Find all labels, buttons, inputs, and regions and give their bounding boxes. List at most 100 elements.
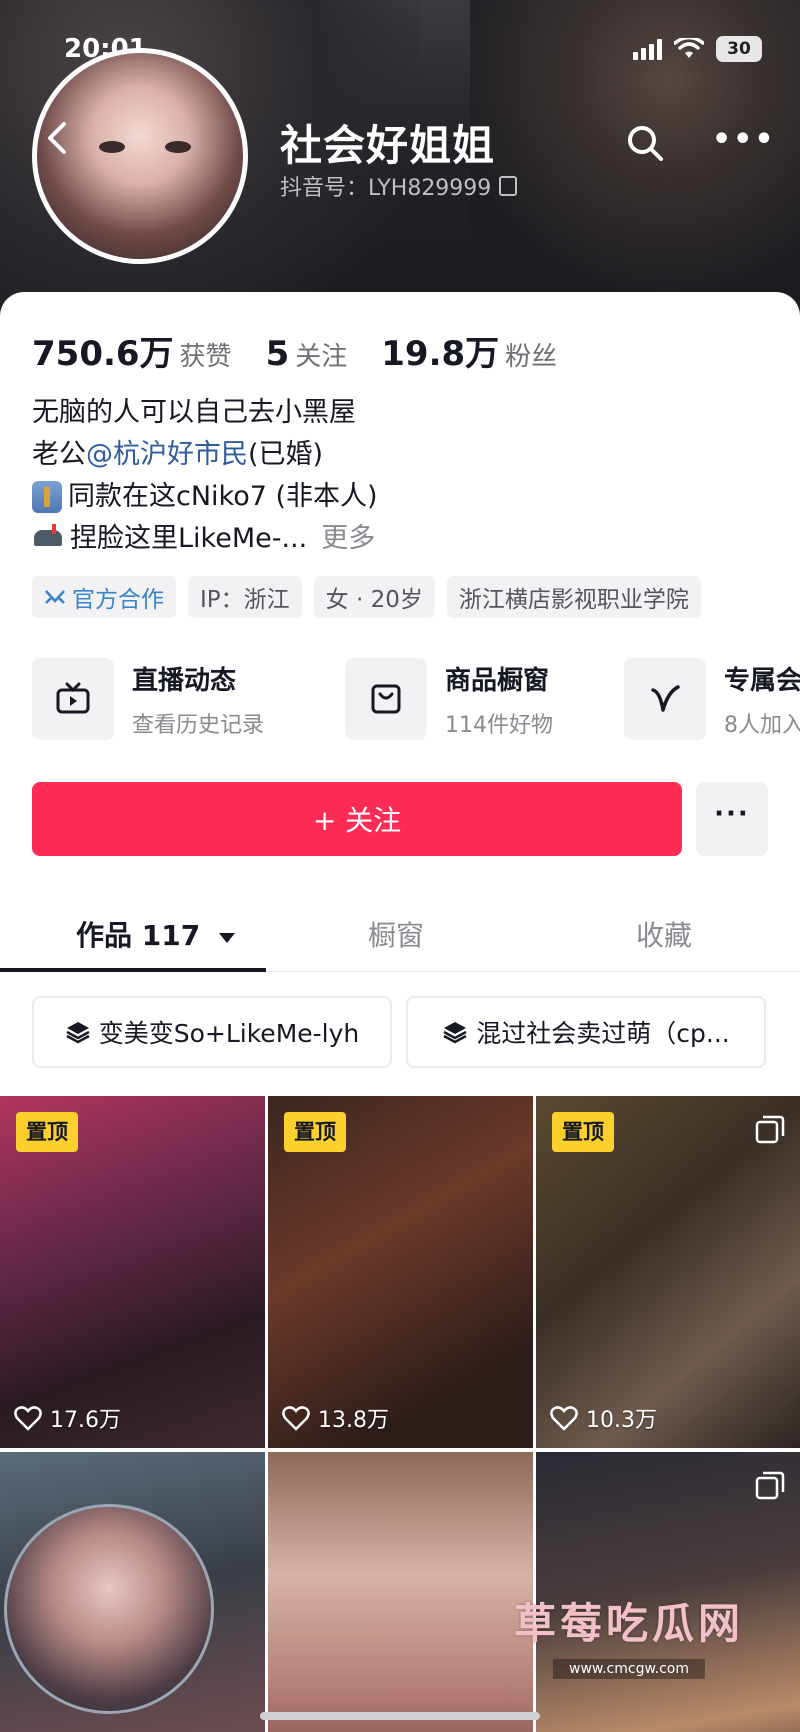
tag-school[interactable]: 浙江横店影视职业学院 (446, 576, 701, 618)
v-icon (651, 685, 680, 712)
collection-chip[interactable]: 混过社会卖过萌（cp... (406, 996, 766, 1068)
service-icon-box (32, 658, 114, 740)
bio-line: 同款在这cNiko7 (非本人) (32, 476, 378, 518)
follow-more-button[interactable]: ··· (696, 782, 768, 856)
stat-likes[interactable]: 750.6万 获赞 (32, 326, 232, 375)
battery-icon: 30 (716, 36, 762, 62)
service-subtitle: 8人加入 (724, 712, 800, 738)
bio-text: (已婚) (248, 439, 324, 470)
douyin-id: 抖音号：LYH829999 (280, 170, 518, 202)
tab-shop-window[interactable]: 橱窗 (368, 914, 424, 954)
tv-icon (56, 682, 90, 714)
watermark-title: 草莓吃瓜网 (514, 1599, 745, 1648)
stat-label: 粉丝 (505, 342, 558, 372)
wifi-icon (674, 38, 704, 58)
heart-icon (282, 1406, 310, 1431)
pinned-badge: 置顶 (16, 1112, 78, 1152)
pinned-badge: 置顶 (552, 1112, 614, 1152)
pinned-badge: 置顶 (284, 1112, 346, 1152)
service-shop-window[interactable]: 商品橱窗 114件好物 (345, 658, 553, 740)
service-title: 专属会 (724, 665, 800, 696)
likes-count: 13.8万 (318, 1408, 389, 1433)
search-icon[interactable] (624, 122, 666, 164)
likes-count: 10.3万 (586, 1408, 657, 1433)
tab-works[interactable]: 作品 117 (76, 914, 236, 954)
tag-gender-age: 女 · 20岁 (313, 576, 435, 618)
more-options-icon[interactable]: ••• (712, 122, 774, 164)
stat-value: 750.6万 (32, 334, 174, 374)
service-exclusive-group[interactable]: 专属会 8人加入 (624, 658, 800, 740)
stat-label: 获赞 (179, 342, 232, 372)
tag-ip-location: IP：浙江 (188, 576, 302, 618)
stat-value: 5 (265, 334, 290, 374)
back-button[interactable] (42, 118, 86, 162)
signal-icon (633, 38, 662, 60)
profile-stats: 750.6万 获赞 5 关注 19.8万 粉丝 (32, 326, 591, 375)
service-text: 专属会 8人加入 (724, 660, 800, 739)
stat-following[interactable]: 5 关注 (266, 334, 348, 374)
avatar-detail (165, 141, 191, 153)
necktie-emoji-icon (32, 481, 62, 513)
service-text: 商品橱窗 114件好物 (445, 660, 553, 739)
profile-services: 直播动态 查看历史记录 商品橱窗 114件好物 专属会 8人加入 (32, 658, 800, 748)
mention-link[interactable]: @杭沪好市民 (86, 434, 248, 476)
tag-label: IP：浙江 (200, 587, 290, 613)
tab-label: 作品 117 (76, 919, 201, 952)
bio-text: 无脑的人可以自己去小黑屋 (32, 397, 356, 428)
video-likes: 10.3万 (550, 1402, 657, 1434)
status-icons: 30 (633, 36, 762, 62)
video-likes: 13.8万 (282, 1402, 389, 1434)
multi-image-icon (755, 1115, 785, 1144)
profile-card: 750.6万 获赞 5 关注 19.8万 粉丝 无脑的人可以自己去小黑屋 老公 … (0, 292, 800, 1732)
bio-line: 捏脸这里LikeMe-... 更多 (32, 518, 378, 560)
service-icon-box (624, 658, 706, 740)
service-subtitle: 114件好物 (445, 712, 553, 738)
video-thumbnail[interactable]: 置顶 17.6万 (0, 1096, 265, 1448)
tag-official-cooperation[interactable]: 官方合作 (32, 576, 176, 618)
collection-label: 变美变So+LikeMe-lyh (98, 1019, 360, 1048)
bio-text: 捏脸这里LikeMe-... (70, 523, 308, 554)
service-icon-box (345, 658, 427, 740)
stat-followers[interactable]: 19.8万 粉丝 (381, 326, 557, 375)
bio: 无脑的人可以自己去小黑屋 老公 @杭沪好市民 (已婚) 同款在这cNiko7 (… (32, 392, 378, 560)
service-title: 商品橱窗 (445, 665, 550, 696)
watermark-url: www.cmcgw.com (553, 1659, 705, 1679)
collections-row: 变美变So+LikeMe-lyh 混过社会卖过萌（cp... (32, 996, 766, 1068)
nickname: 社会好姐姐 (280, 121, 496, 170)
bio-more-link[interactable]: 更多 (321, 518, 375, 560)
official-cooperation-icon (45, 590, 65, 604)
service-title: 直播动态 (132, 665, 237, 696)
heart-icon (14, 1406, 42, 1431)
tab-favorites[interactable]: 收藏 (636, 914, 692, 954)
caret-down-icon (218, 933, 235, 943)
collection-chip[interactable]: 变美变So+LikeMe-lyh (32, 996, 392, 1068)
layers-icon (66, 1022, 90, 1044)
video-thumbnail[interactable] (268, 1452, 533, 1732)
chevron-left-icon (48, 122, 66, 154)
tag-label: 浙江横店影视职业学院 (458, 587, 689, 613)
active-tab-indicator (0, 968, 266, 972)
avatar-detail (99, 141, 125, 153)
video-likes: 17.6万 (14, 1402, 121, 1434)
profile-header: 20:01 30 社会好姐姐 抖音号：LYH829999 ••• (0, 0, 800, 320)
video-thumbnail[interactable]: 置顶 10.3万 (536, 1096, 800, 1448)
mailbox-emoji-icon (32, 524, 64, 554)
tag-label: 女 · 20岁 (325, 587, 423, 613)
layers-icon (443, 1022, 467, 1044)
follow-button[interactable]: + 关注 (32, 782, 682, 856)
copy-icon[interactable] (499, 176, 518, 196)
home-indicator (260, 1712, 540, 1720)
video-thumbnail[interactable] (0, 1452, 265, 1732)
profile-tags: 官方合作 IP：浙江 女 · 20岁 浙江横店影视职业学院 (32, 576, 701, 618)
tag-label: 官方合作 (72, 587, 164, 613)
shopping-bag-icon (371, 684, 401, 714)
service-text: 直播动态 查看历史记录 (132, 660, 264, 739)
site-watermark: 草莓吃瓜网 www.cmcgw.com (514, 1590, 744, 1679)
service-subtitle: 查看历史记录 (132, 712, 265, 738)
service-live-history[interactable]: 直播动态 查看历史记录 (32, 658, 264, 740)
stat-label: 关注 (295, 342, 348, 372)
bio-line: 老公 @杭沪好市民 (已婚) (32, 434, 378, 476)
video-thumbnail[interactable]: 置顶 13.8万 (268, 1096, 533, 1448)
bio-line: 无脑的人可以自己去小黑屋 (32, 392, 378, 434)
content-tabs: 作品 117 橱窗 收藏 (0, 892, 800, 972)
